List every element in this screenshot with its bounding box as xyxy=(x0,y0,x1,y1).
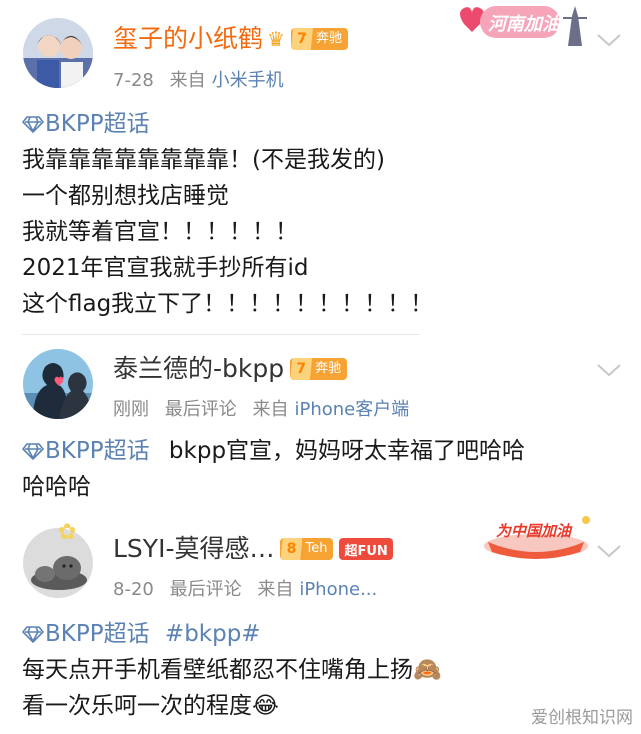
body-line: 看一次乐呵一次的程度😂 xyxy=(22,693,279,719)
topic-line: BKPP超话 #bkpp# xyxy=(22,616,442,652)
post-3: ✿ LSYI-莫得感… 8 Teh 超FUN 8-20 最后评论 来自 iPhon… xyxy=(0,510,641,734)
topic-line: BKPP超话 xyxy=(22,106,433,142)
source-link[interactable]: iPhone客户端 xyxy=(294,399,409,420)
member-badge[interactable]: 7 奔驰 xyxy=(290,358,348,380)
username[interactable]: LSYI-莫得感… xyxy=(113,534,274,564)
from-label: 来自 xyxy=(252,399,289,420)
body-line: 我靠靠靠靠靠靠靠靠！(不是我发的) xyxy=(22,147,385,173)
diamond-icon xyxy=(22,116,44,133)
username[interactable]: 泰兰德的-bkpp xyxy=(113,354,284,384)
fun-badge[interactable]: 超FUN xyxy=(339,538,393,560)
body-line: 一个都别想找店睡觉 xyxy=(22,183,229,209)
member-badge[interactable]: 7 奔驰 xyxy=(290,28,348,50)
avatar[interactable] xyxy=(23,18,93,88)
body-text-inline: bkpp官宣，妈妈呀太幸福了吧哈哈 xyxy=(168,438,526,464)
badge-text: 奔驰 xyxy=(315,361,342,376)
post-1: 玺子的小纸鹤 ♛ 7 奔驰 7-28 来自 小米手机 河南加油 BKPP超话 我靠… xyxy=(0,0,641,335)
post-body: BKPP超话 我靠靠靠靠靠靠靠靠！(不是我发的) 一个都别想找店睡觉 我就等着官… xyxy=(22,106,433,322)
post-date: 7-28 xyxy=(113,70,154,91)
last-comment-label: 最后评论 xyxy=(164,399,237,420)
flower-icon: ✿ xyxy=(58,520,77,545)
body-line: 我就等着官宣！！！！！！ xyxy=(22,219,298,245)
post-body: BKPP超话 #bkpp# 每天点开手机看壁纸都忍不住嘴角上扬🙈 看一次乐呵一次… xyxy=(22,616,442,724)
from-label: 来自 xyxy=(169,70,206,91)
sticker-text: 为中国加油 xyxy=(496,522,572,540)
post-body: BKPP超话 bkpp官宣，妈妈呀太幸福了吧哈哈 哈哈哈 xyxy=(22,433,525,505)
chevron-down-icon[interactable] xyxy=(596,362,622,378)
body-line: 2021年官宣我就手抄所有id xyxy=(22,255,309,281)
sticker-text: 河南加油 xyxy=(488,14,560,35)
post-meta: 刚刚 最后评论 来自 iPhone客户端 xyxy=(113,395,409,421)
topic-text: BKPP超话 xyxy=(45,438,150,464)
from-label: 来自 xyxy=(257,579,294,600)
badge-level: 7 xyxy=(290,358,313,380)
diamond-icon xyxy=(22,443,44,460)
chevron-down-icon[interactable] xyxy=(596,543,622,559)
body-line: 每天点开手机看壁纸都忍不住嘴角上扬🙈 xyxy=(22,657,442,683)
topic-text: BKPP超话 xyxy=(45,621,150,647)
china-sticker: 为中国加油 xyxy=(478,512,594,562)
topic-link[interactable]: BKPP超话 xyxy=(22,111,150,137)
crown-icon: ♛ xyxy=(267,27,285,51)
watermark: 爱创根知识网 xyxy=(531,708,633,728)
body-line: BKPP超话 bkpp官宣，妈妈呀太幸福了吧哈哈 xyxy=(22,433,525,469)
member-badge[interactable]: 8 Teh xyxy=(280,538,334,560)
username-row: 泰兰德的-bkpp 7 奔驰 xyxy=(113,354,348,384)
topic-link[interactable]: BKPP超话 xyxy=(22,438,150,464)
diamond-icon xyxy=(22,626,44,643)
hashtag-link[interactable]: #bkpp# xyxy=(165,621,261,647)
last-comment-label: 最后评论 xyxy=(169,579,242,600)
badge-level: 7 xyxy=(290,28,313,50)
username-row: LSYI-莫得感… 8 Teh 超FUN xyxy=(113,534,393,564)
post-meta: 7-28 来自 小米手机 xyxy=(113,66,284,92)
body-line: 这个flag我立下了！！！！！！！！！！ xyxy=(22,291,434,317)
post-2: 泰兰德的-bkpp 7 奔驰 刚刚 最后评论 来自 iPhone客户端 BKPP超… xyxy=(0,335,641,510)
badge-level: 8 xyxy=(280,538,303,560)
chevron-down-icon[interactable] xyxy=(596,32,622,48)
topic-text: BKPP超话 xyxy=(45,111,150,137)
post-time: 刚刚 xyxy=(113,399,149,420)
topic-link[interactable]: BKPP超话 xyxy=(22,621,150,647)
username[interactable]: 玺子的小纸鹤 xyxy=(113,24,263,54)
post-meta: 8-20 最后评论 来自 iPhone... xyxy=(113,575,377,601)
badge-text: Teh xyxy=(305,541,328,556)
source-link[interactable]: iPhone... xyxy=(299,579,377,600)
username-row: 玺子的小纸鹤 ♛ 7 奔驰 xyxy=(113,24,348,54)
henan-sticker: 河南加油 xyxy=(452,0,587,48)
body-line: 哈哈哈 xyxy=(22,474,91,500)
source-link[interactable]: 小米手机 xyxy=(212,70,284,91)
avatar[interactable] xyxy=(23,349,93,419)
badge-text: 奔驰 xyxy=(315,31,342,46)
post-date: 8-20 xyxy=(113,579,154,600)
